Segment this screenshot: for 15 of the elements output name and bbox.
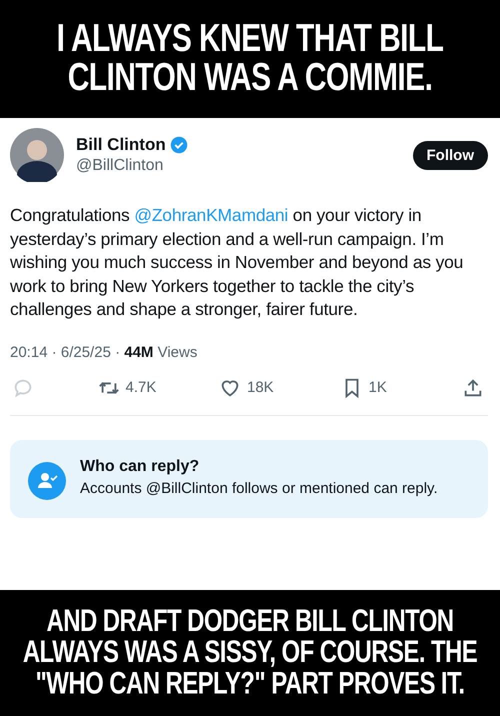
share-icon (462, 376, 484, 398)
meme-caption: I ALWAYS KNEW THAT BILL CLINTON WAS A COMMIE. (56, 20, 444, 98)
tweet-meta: 20:14 · 6/25/25 · 44M Views (10, 344, 198, 360)
author-name: Bill Clinton (76, 135, 166, 155)
author-handle: @BillClinton (76, 157, 164, 175)
follow-button[interactable]: Follow (412, 140, 488, 170)
repost-button[interactable]: 4.7K (98, 376, 158, 398)
bookmark-button[interactable]: 1K (340, 376, 400, 398)
notice-text: Accounts @BillClinton follows or mentioned can reply. (80, 478, 438, 498)
like-button[interactable]: 18K (219, 376, 279, 398)
meme-caption: AND DRAFT DODGER BILL CLINTON ALWAYS WAS A SISSY, OF COURSE. THE "WHO CAN REPLY?" PART PROVES IT. (22, 606, 478, 700)
tweet-text: Congratulations @ZohranKMamdani on your victory in yesterday’s primary election and a well-run campaign. I’m wishing you much success in November and beyond as you work to bring New Yorkers together to tackle the city’s challenges and shape a stronger, fairer future. (10, 204, 464, 321)
avatar-icon (10, 128, 64, 182)
notice-title: Who can reply? (80, 458, 200, 476)
person-check-icon (28, 462, 66, 500)
